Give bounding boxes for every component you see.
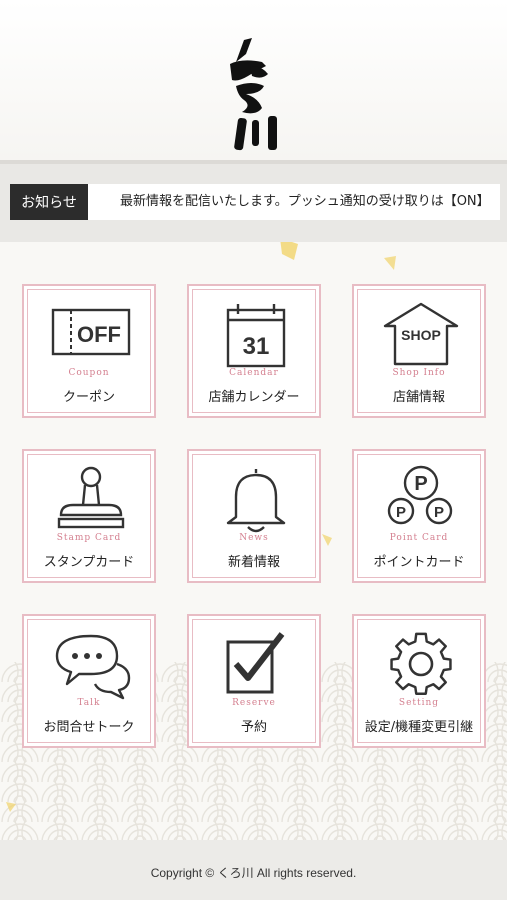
point-card-icon: P P P <box>387 465 453 525</box>
news-ticker-bar: お知らせ 最新情報を配信いたします。プッシュ通知の受け取りは【ON】 <box>0 164 507 242</box>
gold-leaf-decoration <box>6 802 16 812</box>
chat-bubbles-icon <box>55 634 131 700</box>
menu-label-jp: クーポン <box>62 390 115 405</box>
menu-label-en: Coupon <box>68 368 110 378</box>
menu-label-en: Point Card <box>389 533 449 543</box>
menu-label-en: Calendar <box>229 368 279 378</box>
footer: Copyright © くろ川 All rights reserved. <box>0 840 507 900</box>
app-header <box>0 0 507 160</box>
calendar-icon: 31 <box>226 304 286 368</box>
svg-text:P: P <box>434 504 444 521</box>
menu-news-button[interactable]: News 新着情報 <box>187 449 321 583</box>
menu-label-jp: ポイントカード <box>373 555 465 570</box>
menu-talk-button[interactable]: Talk お問合せトーク <box>22 614 156 748</box>
menu-stamp-card-button[interactable]: Stamp Card スタンプカード <box>22 449 156 583</box>
svg-text:P: P <box>396 504 406 521</box>
gold-leaf-decoration <box>322 534 332 546</box>
news-ticker[interactable]: お知らせ 最新情報を配信いたします。プッシュ通知の受け取りは【ON】 <box>10 184 500 220</box>
svg-text:SHOP: SHOP <box>401 327 441 343</box>
menu-label-en: Stamp Card <box>56 533 122 543</box>
stamp-icon <box>57 466 125 529</box>
gear-icon <box>390 632 452 695</box>
menu-area: OFF Coupon クーポン 31 Calendar 店舗カレンダー SHOP… <box>0 242 507 840</box>
news-ticker-text: 最新情報を配信いたします。プッシュ通知の受け取りは【ON】 <box>120 194 490 209</box>
menu-label-jp: 新着情報 <box>227 555 280 570</box>
menu-label-jp: 予約 <box>240 720 267 735</box>
coupon-off-icon: OFF <box>51 308 131 356</box>
copyright-text: Copyright © くろ川 All rights reserved. <box>150 866 357 880</box>
shop-icon: SHOP <box>383 302 459 366</box>
menu-label-en: News <box>239 533 269 543</box>
svg-text:OFF: OFF <box>77 322 121 347</box>
menu-label-en: Setting <box>398 698 440 708</box>
svg-text:31: 31 <box>243 333 270 360</box>
menu-label-jp: スタンプカード <box>43 555 135 570</box>
kurokawa-logo <box>230 38 277 151</box>
menu-label-en: Shop Info <box>392 368 446 378</box>
menu-coupon-button[interactable]: OFF Coupon クーポン <box>22 284 156 418</box>
menu-reserve-button[interactable]: Reserve 予約 <box>187 614 321 748</box>
menu-calendar-button[interactable]: 31 Calendar 店舗カレンダー <box>187 284 321 418</box>
gold-leaf-decoration <box>280 242 298 260</box>
bell-icon <box>226 469 286 533</box>
menu-point-card-button[interactable]: P P P Point Card ポイントカード <box>352 449 486 583</box>
svg-text:P: P <box>414 473 427 495</box>
menu-label-en: Talk <box>77 698 101 708</box>
menu-shop-info-button[interactable]: SHOP Shop Info 店舗情報 <box>352 284 486 418</box>
menu-label-jp: お問合せトーク <box>43 720 135 735</box>
gold-leaf-decoration <box>384 256 396 270</box>
checkbox-icon <box>226 632 285 694</box>
menu-setting-button[interactable]: Setting 設定/機種変更引継 <box>352 614 486 748</box>
menu-label-en: Reserve <box>232 698 276 708</box>
menu-label-jp: 設定/機種変更引継 <box>364 720 474 735</box>
news-label: お知らせ <box>10 184 88 220</box>
menu-label-jp: 店舗カレンダー <box>208 390 300 405</box>
menu-label-jp: 店舗情報 <box>392 390 445 405</box>
